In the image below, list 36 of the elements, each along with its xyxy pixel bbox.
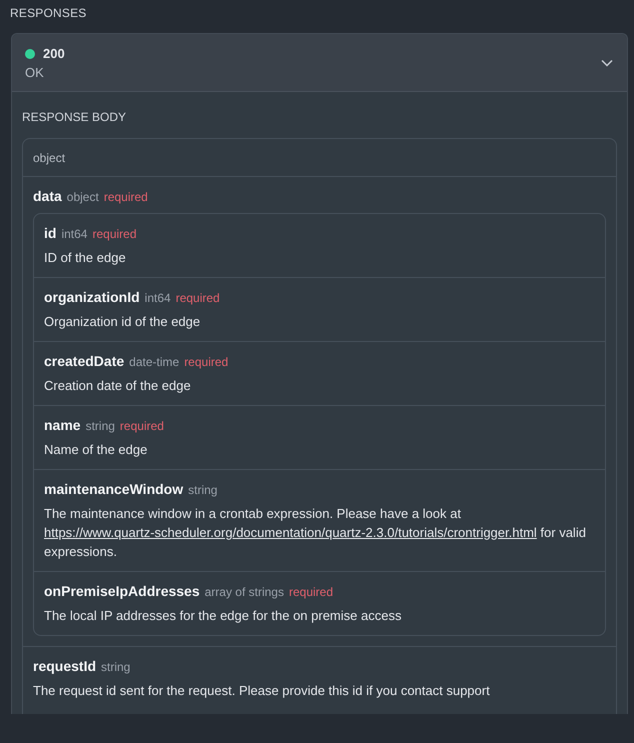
required-label: required <box>104 190 148 204</box>
field-description: Organization id of the edge <box>44 313 202 331</box>
field-type: date-time <box>129 355 180 369</box>
status-code: 200 <box>43 46 65 61</box>
field-name: name <box>44 417 81 433</box>
section-title: RESPONSES <box>10 6 88 20</box>
required-label: required <box>176 291 220 305</box>
required-label: required <box>120 419 164 433</box>
required-label: required <box>288 585 334 599</box>
response-header[interactable]: 200 OK <box>12 34 627 92</box>
field-description: ID of the edge <box>44 249 127 267</box>
field-description: The local IP addresses for the edge for the on premise access <box>44 607 402 625</box>
field-description: Name of the edge <box>44 441 148 459</box>
field-description: The maintenance window in a crontab expression. Please have a look at https://www.quartz-scheduler.org/documentation/quartz-2.3.0/tutorials/crontrigger.html for valid expressions. <box>44 505 587 561</box>
field-type: string <box>188 483 218 497</box>
required-label: required <box>184 355 228 369</box>
field-description: Creation date of the edge <box>44 377 192 395</box>
field-name: data <box>33 188 62 204</box>
field-type: string <box>101 660 130 674</box>
field-type: int64 <box>61 227 88 241</box>
schema-type: object <box>23 139 616 177</box>
field-name: createdDate <box>44 353 124 369</box>
field-type: object <box>66 190 99 204</box>
body-title: RESPONSE BODY <box>22 110 128 124</box>
field-type: string <box>86 419 115 433</box>
required-label: required <box>92 227 137 241</box>
field-name: onPremiseIpAddresses <box>44 583 200 599</box>
status-message: OK <box>25 65 45 80</box>
field-name: organizationId <box>44 289 140 305</box>
field-type: int64 <box>144 291 171 305</box>
field-description: The request id sent for the request. Please provide this id if you contact support <box>33 682 491 700</box>
field-name: requestId <box>33 658 96 674</box>
field-name: maintenanceWindow <box>44 481 184 497</box>
documentation-link[interactable]: https://www.quartz-scheduler.org/documentation/quartz-2.3.0/tutorials/crontrigger.html <box>44 525 537 540</box>
field-type: array of strings <box>204 585 284 599</box>
field-name: id <box>44 225 56 241</box>
